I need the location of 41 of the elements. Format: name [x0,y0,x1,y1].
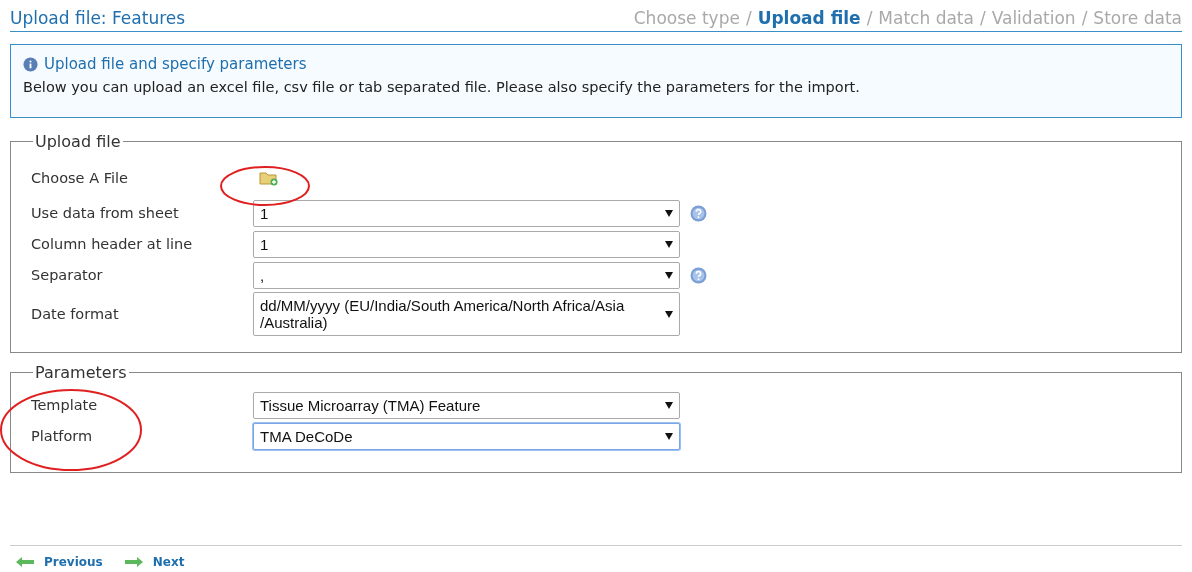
wizard-step: Store data [1093,8,1182,28]
wizard-step: Choose type [633,8,740,28]
dropdown-caret-icon [665,432,673,440]
page-title: Upload file: Features [10,8,186,28]
dropdown-caret-icon [665,310,673,318]
field-label: Column header at line [31,236,194,252]
step-separator: / [866,8,873,28]
step-separator: / [745,8,752,28]
step-separator: / [979,8,986,28]
field-label: Use data from sheet [31,205,180,221]
field-label: Platform [31,428,94,444]
wizard-step: Match data [878,8,974,28]
dropdown-caret-icon [665,271,673,279]
dropdown[interactable]: 1 [253,199,680,227]
dropdown-caret-icon [665,240,673,248]
dropdown[interactable]: TMA DeCoDe [253,422,680,450]
fieldset-legend: Parameters [33,363,129,382]
right-arrow-icon [124,557,143,567]
left-arrow-icon [16,557,34,567]
step-separator: / [1081,8,1088,28]
dropdown[interactable]: dd/MM/yyyy (EU/India/South America/North Africa/Asia /Australia) [253,292,680,336]
field-label: Template [31,397,99,413]
info-text: Below you can upload an excel file, csv file or tab separated file. Please also specify the parameters for the import. [23,79,861,95]
next-link[interactable]: Next [124,552,185,572]
info-icon [23,56,38,72]
field-label: Date format [31,306,120,322]
wizard-step: Validation [991,8,1076,28]
previous-link[interactable]: Previous [16,552,103,572]
dropdown[interactable]: 1 [253,230,680,258]
help-icon[interactable] [690,266,707,284]
field-label: Separator [31,267,104,283]
help-icon[interactable] [690,204,707,222]
wizard-step: Upload file [757,8,861,28]
field-label: Choose A File [31,170,129,186]
info-title: Upload file and specify parameters [44,55,307,73]
dropdown[interactable]: Tissue Microarray (TMA) Feature [253,391,680,419]
folder-add-icon[interactable] [259,170,279,186]
dropdown-caret-icon [665,209,673,217]
dropdown[interactable]: , [253,261,680,289]
fieldset-legend: Upload file [33,132,123,151]
dropdown-caret-icon [665,401,673,409]
